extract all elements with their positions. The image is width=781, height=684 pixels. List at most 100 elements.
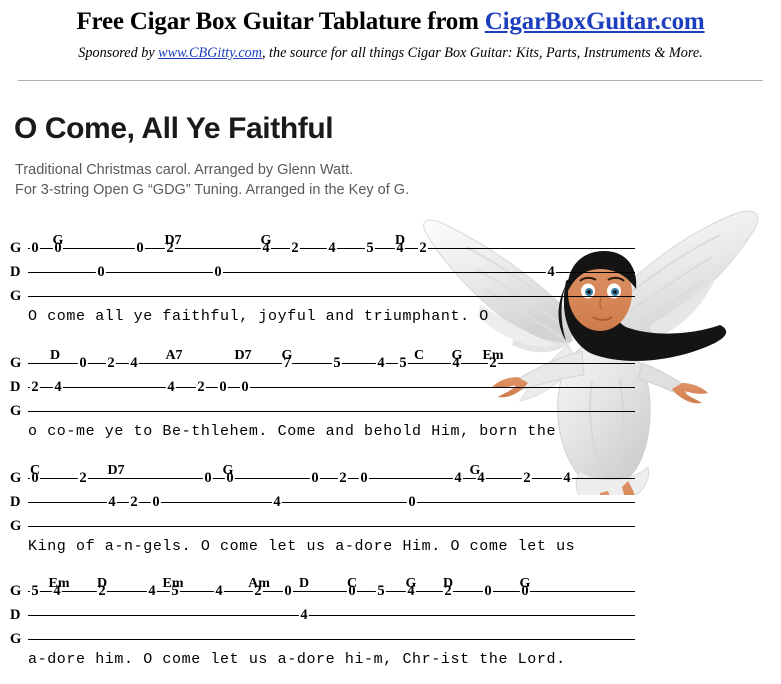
fret-number: 0	[202, 469, 214, 486]
fret-number: 4	[561, 469, 573, 486]
sponsor-suffix: , the source for all things Cigar Box Gu…	[261, 45, 703, 61]
chord-label: Em	[482, 348, 504, 363]
chord-label: D	[298, 576, 310, 591]
tab-string-line	[28, 591, 635, 593]
fret-number: 0	[358, 469, 370, 486]
chord-label: G	[469, 463, 481, 478]
fret-number: 0	[150, 493, 162, 510]
chord-label: D	[96, 576, 108, 591]
fret-number: 4	[298, 606, 310, 623]
chord-label: G	[451, 348, 463, 363]
fret-number: 0	[406, 493, 418, 510]
header-divider	[18, 80, 763, 81]
page-header: Free Cigar Box Guitar Tablature from Cig…	[0, 0, 781, 81]
fret-number: 4	[146, 582, 158, 599]
chord-label: G	[260, 233, 272, 248]
chord-label: C	[29, 463, 41, 478]
chord-label: G	[222, 463, 234, 478]
cbgitty-link[interactable]: www.CBGitty.com	[158, 45, 262, 61]
string-tuning-label: G	[10, 287, 22, 304]
tab-staff: G D G G D7 G D 0 0 0 2 4 2 4 5 4 2 0 0 4 O come all ye faith…	[0, 228, 781, 325]
fret-number: 2	[128, 493, 140, 510]
tab-string-line	[28, 639, 635, 641]
header-title: Free Cigar Box Guitar Tablature from Cig…	[0, 0, 781, 36]
chord-label: D7	[234, 348, 252, 363]
chord-label: G	[519, 576, 531, 591]
fret-number: 2	[337, 469, 349, 486]
chord-label: D	[394, 233, 406, 248]
string-tuning-label: G	[10, 402, 22, 419]
string-tuning-label: G	[10, 239, 22, 256]
lyric-line: King of a-n-gels. O come let us a-dore H…	[28, 538, 576, 555]
string-tuning-label: G	[10, 469, 22, 486]
fret-number: 4	[545, 263, 557, 280]
fret-number: 0	[309, 469, 321, 486]
fret-number: 5	[375, 582, 387, 599]
chord-label: D	[442, 576, 454, 591]
string-tuning-label: G	[10, 630, 22, 647]
fret-number: 4	[326, 239, 338, 256]
tab-string-line	[28, 502, 635, 504]
tab-string-line	[28, 411, 635, 413]
fret-number: 0	[95, 263, 107, 280]
tab-string-line	[28, 387, 635, 389]
fret-number: 4	[213, 582, 225, 599]
string-tuning-label: D	[10, 606, 21, 623]
chord-label: Em	[162, 576, 184, 591]
lyric-line: o co-me ye to Be-thlehem. Come and behol…	[28, 423, 557, 440]
fret-number: 2	[105, 354, 117, 371]
fret-number: 2	[195, 378, 207, 395]
fret-number: 4	[128, 354, 140, 371]
tab-string-line	[28, 526, 635, 528]
chord-label: G	[52, 233, 64, 248]
cigarboxguitar-link[interactable]: CigarBoxGuitar.com	[485, 8, 705, 35]
fret-number: 4	[165, 378, 177, 395]
lyric-line: O come all ye faithful, joyful and trium…	[28, 308, 489, 325]
song-description-line-2: For 3-string Open G “GDG” Tuning. Arrang…	[15, 182, 410, 198]
tab-staff: G D G C D7 G G 0 2 0 0 0 2 0 4 4 2 4 4 2 0 4 0 King of a-n-gels…	[0, 458, 781, 555]
fret-number: 5	[364, 239, 376, 256]
fret-number: 0	[482, 582, 494, 599]
sponsor-prefix: Sponsored by	[78, 45, 159, 61]
header-sponsor-line: Sponsored by www.CBGitty.com, the source…	[0, 36, 781, 62]
fret-number: 2	[77, 469, 89, 486]
fret-number: 4	[375, 354, 387, 371]
song-description-line-1: Traditional Christmas carol. Arranged by…	[15, 162, 354, 178]
chord-label: G	[281, 348, 293, 363]
fret-number: 4	[452, 469, 464, 486]
fret-number: 0	[212, 263, 224, 280]
fret-number: 0	[239, 378, 251, 395]
fret-number: 0	[282, 582, 294, 599]
tab-string-line	[28, 272, 635, 274]
string-tuning-label: D	[10, 378, 21, 395]
header-title-prefix: Free Cigar Box Guitar Tablature from	[76, 8, 485, 35]
chord-label: C	[346, 576, 358, 591]
chord-label: D7	[107, 463, 125, 478]
tab-system: G D G D A7 D7 G C G Em 0 2 4 7 5 4 5 4 2 2 4 4 2 0 0 o co-me ye t…	[0, 343, 781, 440]
chord-label: D	[49, 348, 61, 363]
tab-staff: G D G D A7 D7 G C G Em 0 2 4 7 5 4 5 4 2 2 4 4 2 0 0 o co-me ye t…	[0, 343, 781, 440]
string-tuning-label: D	[10, 493, 21, 510]
fret-number: 0	[77, 354, 89, 371]
fret-number: 2	[289, 239, 301, 256]
chord-label: G	[405, 576, 417, 591]
fret-number: 5	[331, 354, 343, 371]
fret-number: 2	[29, 378, 41, 395]
tab-string-line	[28, 615, 635, 617]
fret-number: 0	[134, 239, 146, 256]
fret-number: 5	[397, 354, 409, 371]
string-tuning-label: D	[10, 263, 21, 280]
tab-system: G D G C D7 G G 0 2 0 0 0 2 0 4 4 2 4 4 2 0 4 0 King of a-n-gels…	[0, 458, 781, 555]
tab-string-line	[28, 296, 635, 298]
tab-system: G D G G D7 G D 0 0 0 2 4 2 4 5 4 2 0 0 4 O come all ye faith…	[0, 228, 781, 325]
fret-number: 2	[417, 239, 429, 256]
page-title: O Come, All Ye Faithful	[14, 112, 334, 145]
fret-number: 4	[106, 493, 118, 510]
fret-number: 2	[521, 469, 533, 486]
fret-number: 5	[29, 582, 41, 599]
fret-number: 4	[271, 493, 283, 510]
chord-label: Em	[48, 576, 70, 591]
chord-label: Am	[248, 576, 270, 591]
lyric-line: a-dore him. O come let us a-dore hi-m, C…	[28, 651, 566, 668]
fret-number: 0	[29, 239, 41, 256]
